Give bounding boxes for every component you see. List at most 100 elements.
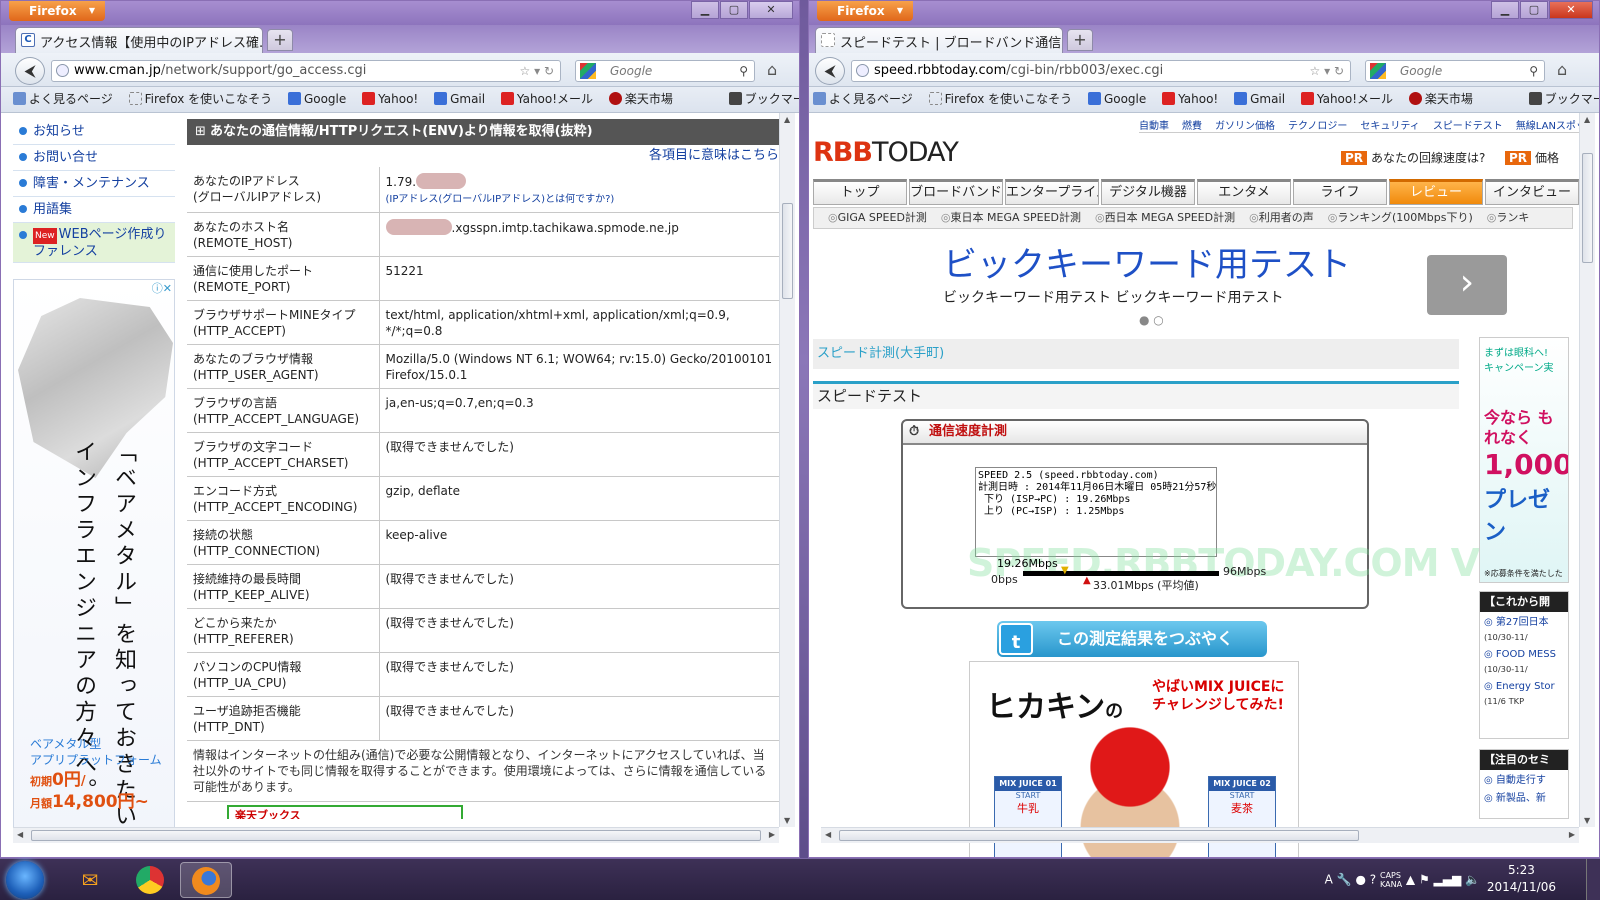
- new-tab-button[interactable]: +: [267, 29, 293, 51]
- horizontal-scrollbar[interactable]: ◀ ▶: [821, 827, 1579, 843]
- tool-icon[interactable]: 🔧: [1337, 873, 1352, 887]
- sidebar-item-contact[interactable]: お問い合せ: [13, 145, 175, 171]
- right-skyscraper-ad[interactable]: まずは眼科へ! キャンペーン実 今なら もれなく 1,000 プレゼン ※応募条件…: [1479, 337, 1569, 583]
- bookmark-most-visited[interactable]: よく見るページ: [813, 87, 913, 111]
- sub-nav-link[interactable]: ランキ: [1487, 211, 1530, 224]
- bookmark-rakuten[interactable]: 楽天市場: [1408, 87, 1473, 111]
- top-link[interactable]: スピードテスト: [1433, 121, 1503, 132]
- search-box[interactable]: Google ⚲: [1365, 60, 1545, 82]
- nav-tab[interactable]: トップ: [813, 179, 907, 205]
- bookmark-yahoo[interactable]: Yahoo!: [362, 87, 418, 111]
- bookmark-yahoo-mail[interactable]: Yahoo!メール: [500, 87, 593, 111]
- flag-icon[interactable]: ⚑: [1419, 873, 1430, 887]
- scrollbar-thumb[interactable]: [1582, 153, 1593, 263]
- scroll-right-icon[interactable]: ▶: [769, 830, 775, 839]
- sidebar-ad[interactable]: ⓘ✕ 「ベアメタル」を知っておきたい インフラエンジニアの方々へ。 ベアメタル型…: [13, 279, 175, 833]
- tab-access-info[interactable]: C アクセス情報【使用中のIPアドレス確...: [15, 27, 263, 53]
- tray-expand-icon[interactable]: ▲: [1406, 873, 1415, 887]
- minimize-button[interactable]: ▁: [691, 1, 719, 19]
- firefox-taskbar-icon[interactable]: [180, 862, 232, 898]
- nav-tab[interactable]: エンタープライズ: [1005, 179, 1099, 205]
- vertical-scrollbar[interactable]: ▲ ▼: [1579, 113, 1595, 827]
- home-icon[interactable]: ⌂: [1557, 60, 1567, 79]
- nav-tab[interactable]: エンタメ: [1197, 179, 1291, 205]
- scroll-left-icon[interactable]: ◀: [17, 830, 23, 839]
- sidebar-item-news[interactable]: お知らせ: [13, 119, 175, 145]
- tweet-result-button[interactable]: t この測定結果をつぶやく: [997, 621, 1267, 657]
- carousel-next-button[interactable]: ›: [1427, 255, 1507, 315]
- rbbtoday-logo[interactable]: RBBTODAY: [813, 137, 959, 168]
- top-link[interactable]: ガソリン価格: [1215, 121, 1275, 132]
- vertical-scrollbar[interactable]: ▲ ▼: [779, 113, 795, 827]
- close-button[interactable]: ✕: [1549, 1, 1593, 19]
- top-link[interactable]: セキュリティ: [1360, 121, 1419, 132]
- bookmark-yahoo[interactable]: Yahoo!: [1162, 87, 1218, 111]
- title-bar[interactable]: Firefox ▼ ▁ ▢ ✕: [1, 1, 799, 25]
- firefox-menu-button[interactable]: Firefox ▼: [817, 1, 913, 21]
- outlook-taskbar-icon[interactable]: ✉: [64, 862, 116, 898]
- scrollbar-thumb[interactable]: [31, 830, 761, 841]
- bookmark-rakuten[interactable]: 楽天市場: [608, 87, 673, 111]
- scrollbar-thumb[interactable]: [839, 830, 1359, 841]
- back-button[interactable]: ⮜: [15, 57, 45, 85]
- pr-link-speed[interactable]: PR あなたの回線速度は?: [1341, 149, 1485, 166]
- scroll-down-icon[interactable]: ▼: [1584, 816, 1590, 825]
- scroll-down-icon[interactable]: ▼: [784, 816, 790, 825]
- back-button[interactable]: ⮜: [815, 57, 845, 85]
- carousel-dots[interactable]: ● ○: [1139, 313, 1164, 327]
- sub-nav-link[interactable]: ランキング(100Mbps下り): [1328, 211, 1473, 224]
- nav-tab[interactable]: ブロードバンド: [909, 179, 1003, 205]
- list-item[interactable]: ◎ FOOD MESS (10/30-11/: [1480, 644, 1568, 676]
- start-button[interactable]: [6, 861, 44, 899]
- nav-tab[interactable]: レビュー: [1389, 179, 1483, 205]
- sidebar-item-webpage-reference[interactable]: New WEBページ作成りファレンス: [13, 223, 175, 263]
- chrome-taskbar-icon[interactable]: [124, 862, 176, 898]
- minimize-button[interactable]: ▁: [1491, 1, 1519, 19]
- list-item[interactable]: ◎ 新製品、新: [1480, 788, 1568, 806]
- list-item[interactable]: ◎ 第27回日本 (10/30-11/: [1480, 612, 1568, 644]
- scroll-up-icon[interactable]: ▲: [1584, 115, 1590, 124]
- star-reload-icon[interactable]: ☆ ▾ ↻: [1310, 61, 1344, 81]
- star-reload-icon[interactable]: ☆ ▾ ↻: [520, 61, 554, 81]
- close-button[interactable]: ✕: [749, 1, 793, 19]
- sub-nav-link[interactable]: 東日本 MEGA SPEED計測: [941, 211, 1081, 224]
- bookmarks-menu[interactable]: ブックマーク: [1528, 87, 1599, 111]
- search-icon[interactable]: ⚲: [739, 61, 748, 81]
- meaning-link[interactable]: 各項目に意味はこちら: [187, 145, 781, 167]
- sidebar-item-maintenance[interactable]: 障害・メンテナンス: [13, 171, 175, 197]
- bookmarks-menu[interactable]: ブックマーク: [728, 87, 799, 111]
- bookmark-firefox-tips[interactable]: Firefox を使いこなそう: [128, 87, 272, 111]
- scroll-left-icon[interactable]: ◀: [825, 830, 831, 839]
- scrollbar-thumb[interactable]: [782, 203, 793, 299]
- top-link[interactable]: 無線LANスポット: [1516, 121, 1579, 132]
- search-icon[interactable]: ⚲: [1529, 61, 1538, 81]
- nav-tab[interactable]: インタビュー: [1485, 179, 1579, 205]
- home-icon[interactable]: ⌂: [767, 60, 777, 79]
- sub-nav-link[interactable]: 西日本 MEGA SPEED計測: [1095, 211, 1235, 224]
- url-bar[interactable]: speed.rbbtoday.com/cgi-bin/rbb003/exec.c…: [851, 60, 1351, 82]
- scroll-up-icon[interactable]: ▲: [784, 115, 790, 124]
- ad-info-icon[interactable]: ⓘ✕: [152, 280, 172, 296]
- volume-icon[interactable]: 🔈: [1465, 873, 1480, 887]
- tab-speedtest[interactable]: スピードテスト | ブロードバンド通信...: [815, 27, 1063, 53]
- title-bar[interactable]: Firefox ▼ ▁ ▢ ✕: [809, 1, 1599, 25]
- list-item[interactable]: ◎ Energy Stor (11/6 TKP: [1480, 676, 1568, 708]
- signal-icon[interactable]: ▂▄▆: [1434, 873, 1462, 887]
- maximize-button[interactable]: ▢: [720, 1, 748, 19]
- firefox-menu-button[interactable]: Firefox ▼: [9, 1, 105, 21]
- taskbar-clock[interactable]: 5:23 2014/11/06: [1487, 862, 1556, 896]
- new-tab-button[interactable]: +: [1067, 29, 1093, 51]
- top-link[interactable]: テクノロジー: [1288, 121, 1347, 132]
- maximize-button[interactable]: ▢: [1520, 1, 1548, 19]
- bookmark-google[interactable]: Google: [1087, 87, 1146, 111]
- scroll-right-icon[interactable]: ▶: [1569, 830, 1575, 839]
- globe-icon[interactable]: ●: [1355, 873, 1365, 887]
- top-link[interactable]: 燃費: [1182, 121, 1202, 132]
- help-icon[interactable]: ?: [1370, 873, 1376, 887]
- rakuten-books-banner[interactable]: 楽天ブックス: [227, 805, 463, 819]
- search-box[interactable]: Google ⚲: [575, 60, 755, 82]
- pr-link-price[interactable]: PR 価格: [1505, 149, 1559, 166]
- nav-tab[interactable]: デジタル機器: [1101, 179, 1195, 205]
- bookmark-yahoo-mail[interactable]: Yahoo!メール: [1300, 87, 1393, 111]
- bookmark-gmail[interactable]: Gmail: [434, 87, 485, 111]
